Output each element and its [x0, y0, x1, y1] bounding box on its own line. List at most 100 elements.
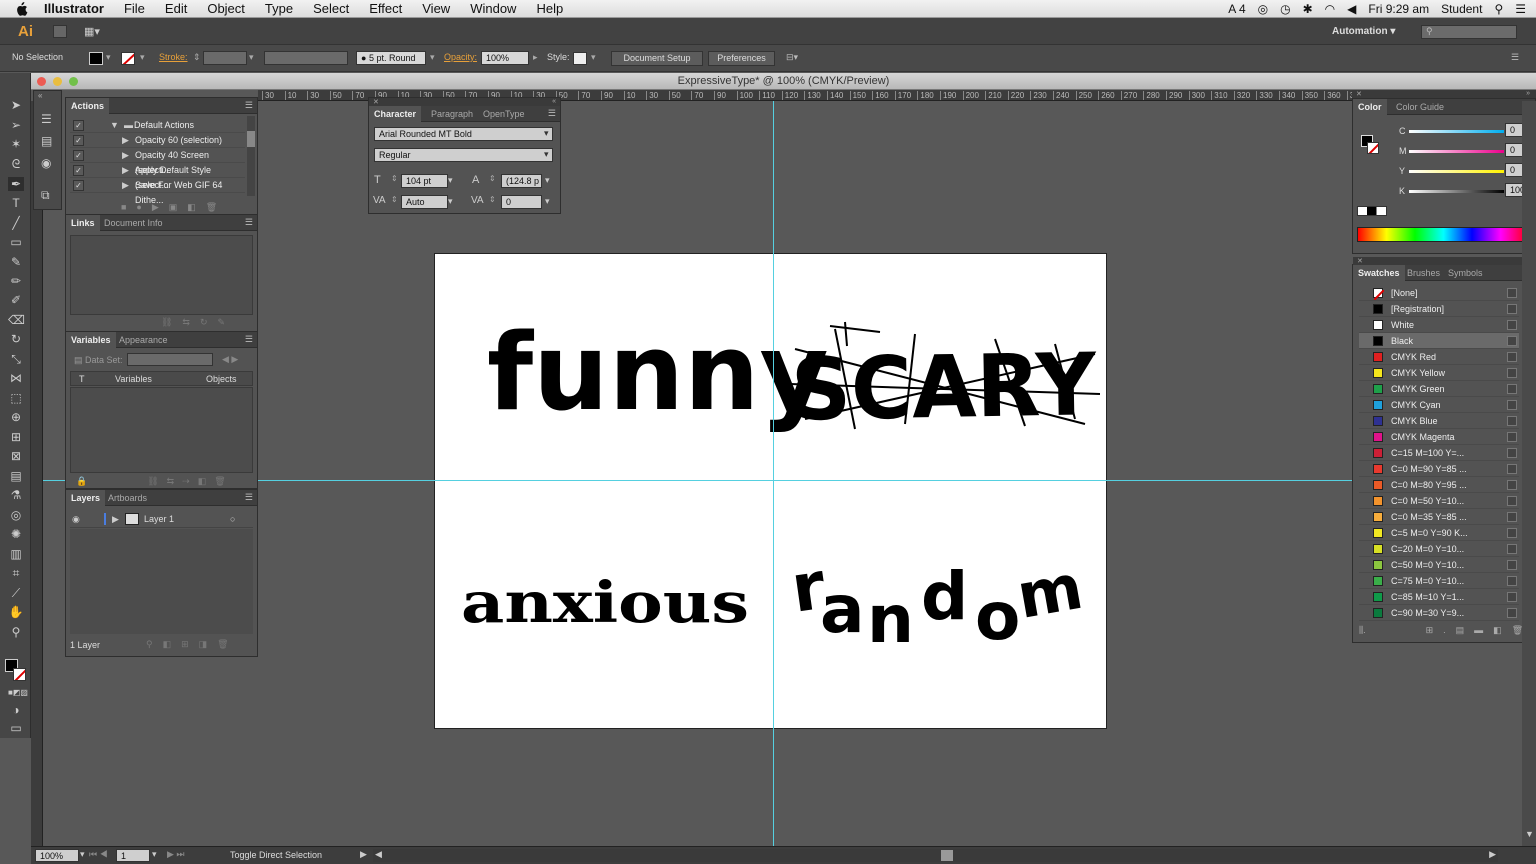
dataset-dropdown[interactable]: [127, 353, 213, 366]
col-variables[interactable]: Variables: [115, 372, 152, 386]
bridge-button[interactable]: [53, 25, 67, 38]
swatch-row[interactable]: C=0 M=35 Y=85 ...: [1359, 509, 1519, 525]
pen-tool-icon[interactable]: ✒: [8, 177, 24, 191]
rotate-tool-icon[interactable]: ↻: [8, 332, 24, 346]
magic-wand-tool-icon[interactable]: ✶: [8, 137, 24, 151]
zoom-tool-icon[interactable]: ⚲: [8, 625, 24, 639]
action-row[interactable]: ✓ ▶ Save For Web GIF 64 Dithe...: [70, 178, 245, 205]
word-funny[interactable]: funny: [487, 311, 829, 434]
fill-swatch[interactable]: [89, 52, 103, 65]
expand-icon[interactable]: ▶: [122, 148, 129, 163]
align-options-icon[interactable]: ⊟▾: [786, 52, 798, 63]
expand-icon[interactable]: ▶: [122, 178, 129, 193]
status-text[interactable]: Toggle Direct Selection: [230, 850, 322, 860]
line-segment-tool-icon[interactable]: ╱: [8, 216, 24, 230]
style-dropdown[interactable]: ▾: [591, 52, 596, 63]
expand-icon[interactable]: ▼: [110, 118, 119, 133]
kerning-field[interactable]: Auto: [401, 195, 448, 209]
dataset-nav-arrows[interactable]: ◀ ▶: [222, 354, 238, 365]
channel-k-slider[interactable]: [1409, 190, 1504, 193]
tab-layers[interactable]: Layers: [66, 490, 106, 506]
spotlight-icon[interactable]: ⚲: [1494, 2, 1503, 16]
col-objects[interactable]: Objects: [206, 372, 237, 386]
swatch-row[interactable]: C=85 M=10 Y=1...: [1359, 589, 1519, 605]
channel-y-slider[interactable]: [1409, 170, 1504, 173]
swatch-row[interactable]: CMYK Blue: [1359, 413, 1519, 429]
paintbrush-tool-icon[interactable]: ✎: [8, 255, 24, 269]
workspace-switcher[interactable]: Automation ▾: [1332, 26, 1395, 37]
menu-type[interactable]: Type: [265, 1, 293, 16]
menu-effect[interactable]: Effect: [369, 1, 402, 16]
stroke-stepper[interactable]: ⇕: [193, 52, 201, 63]
font-size-stepper[interactable]: ⇕: [391, 174, 398, 183]
action-row[interactable]: ✓ ▶ Apply Default Style (select...: [70, 163, 245, 190]
tab-links[interactable]: Links: [66, 215, 100, 231]
fill-dropdown-icon[interactable]: ▾: [106, 52, 111, 63]
clock[interactable]: Fri 9:29 am: [1368, 2, 1429, 16]
blob-brush-tool-icon[interactable]: ✐: [8, 293, 24, 307]
layers-panel-menu-icon[interactable]: ☰: [245, 492, 253, 503]
swatch-row[interactable]: C=0 M=90 Y=85 ...: [1359, 461, 1519, 477]
artboard-number-field[interactable]: 1: [116, 849, 150, 862]
eyedropper-tool-icon[interactable]: ⚗: [8, 488, 24, 502]
tab-artboards[interactable]: Artboards: [103, 490, 152, 506]
layers-list-area[interactable]: [70, 529, 253, 634]
swatch-row[interactable]: C=0 M=80 Y=95 ...: [1359, 477, 1519, 493]
scroll-down-arrow[interactable]: ▼: [1525, 829, 1534, 839]
tracking-field[interactable]: 0: [501, 195, 542, 209]
swatch-buttons[interactable]: ⊞.▤▬◧🗑: [1426, 625, 1533, 635]
variables-list[interactable]: [70, 387, 253, 473]
action-row[interactable]: ✓ ▶ Opacity 60 (selection): [70, 133, 245, 148]
rectangle-tool-icon[interactable]: ▭: [8, 235, 24, 249]
none-black-white-chips[interactable]: [1357, 206, 1387, 216]
tab-color[interactable]: Color: [1353, 99, 1387, 115]
layer-target-icon[interactable]: ○: [230, 510, 235, 528]
swatch-row[interactable]: C=15 M=100 Y=...: [1359, 445, 1519, 461]
tracking-dropdown[interactable]: ▾: [545, 196, 550, 207]
artboards-panel-icon[interactable]: ⧉: [41, 188, 50, 203]
tab-opentype[interactable]: OpenType: [478, 106, 530, 122]
links-list[interactable]: [70, 235, 253, 315]
leading-stepper[interactable]: ⇕: [489, 174, 496, 183]
horizontal-scrollbar[interactable]: ◀ ▶: [373, 849, 1498, 862]
leading-field[interactable]: (124.8 p: [501, 174, 542, 188]
character-panel-menu-icon[interactable]: ☰: [548, 108, 556, 119]
leading-dropdown[interactable]: ▾: [545, 175, 550, 186]
layer-name[interactable]: Layer 1: [144, 510, 174, 528]
bluetooth-icon[interactable]: ✱: [1303, 2, 1313, 16]
menu-help[interactable]: Help: [536, 1, 563, 16]
scroll-thumb[interactable]: [941, 850, 953, 861]
tab-symbols[interactable]: Symbols: [1443, 265, 1488, 281]
dock-collapse-icon-right[interactable]: »: [1526, 90, 1530, 97]
type-tool-icon[interactable]: T: [8, 196, 24, 210]
lock-icon[interactable]: 🔒: [76, 476, 87, 486]
time-machine-icon[interactable]: ◷: [1280, 2, 1290, 16]
control-panel-menu-icon[interactable]: ☰: [1511, 52, 1519, 63]
swatch-row[interactable]: C=75 M=0 Y=10...: [1359, 573, 1519, 589]
action-toggle-checkbox[interactable]: ✓: [73, 165, 84, 176]
free-transform-tool-icon[interactable]: ⬚: [8, 391, 24, 405]
user-menu[interactable]: Student: [1441, 2, 1482, 16]
font-family-dropdown[interactable]: ▾: [544, 128, 549, 139]
mesh-tool-icon[interactable]: ⊠: [8, 449, 24, 463]
zoom-dropdown[interactable]: ▾: [80, 849, 85, 860]
graphic-style-swatch[interactable]: [573, 52, 587, 65]
draw-mode-icon[interactable]: ◑: [8, 703, 24, 717]
tab-paragraph[interactable]: Paragraph: [426, 106, 478, 122]
menu-edit[interactable]: Edit: [165, 1, 187, 16]
swatch-row[interactable]: Black: [1359, 333, 1519, 349]
word-random-d[interactable]: d: [921, 558, 968, 635]
stroke-dropdown-icon[interactable]: ▾: [140, 52, 145, 63]
tab-color-guide[interactable]: Color Guide: [1391, 99, 1449, 115]
menu-view[interactable]: View: [422, 1, 450, 16]
font-size-field[interactable]: 104 pt: [401, 174, 448, 188]
swatch-row[interactable]: CMYK Magenta: [1359, 429, 1519, 445]
tracking-stepper[interactable]: ⇕: [489, 195, 496, 204]
width-tool-icon[interactable]: ⋈: [8, 371, 24, 385]
notification-center-icon[interactable]: ☰: [1515, 2, 1526, 16]
stroke-label[interactable]: Stroke:: [159, 52, 188, 62]
stroke-weight-dropdown[interactable]: ▾: [249, 52, 254, 63]
artboard-tool-icon[interactable]: ⌗: [8, 566, 24, 580]
kerning-stepper[interactable]: ⇕: [391, 195, 398, 204]
expand-icon[interactable]: ▶: [122, 133, 129, 148]
